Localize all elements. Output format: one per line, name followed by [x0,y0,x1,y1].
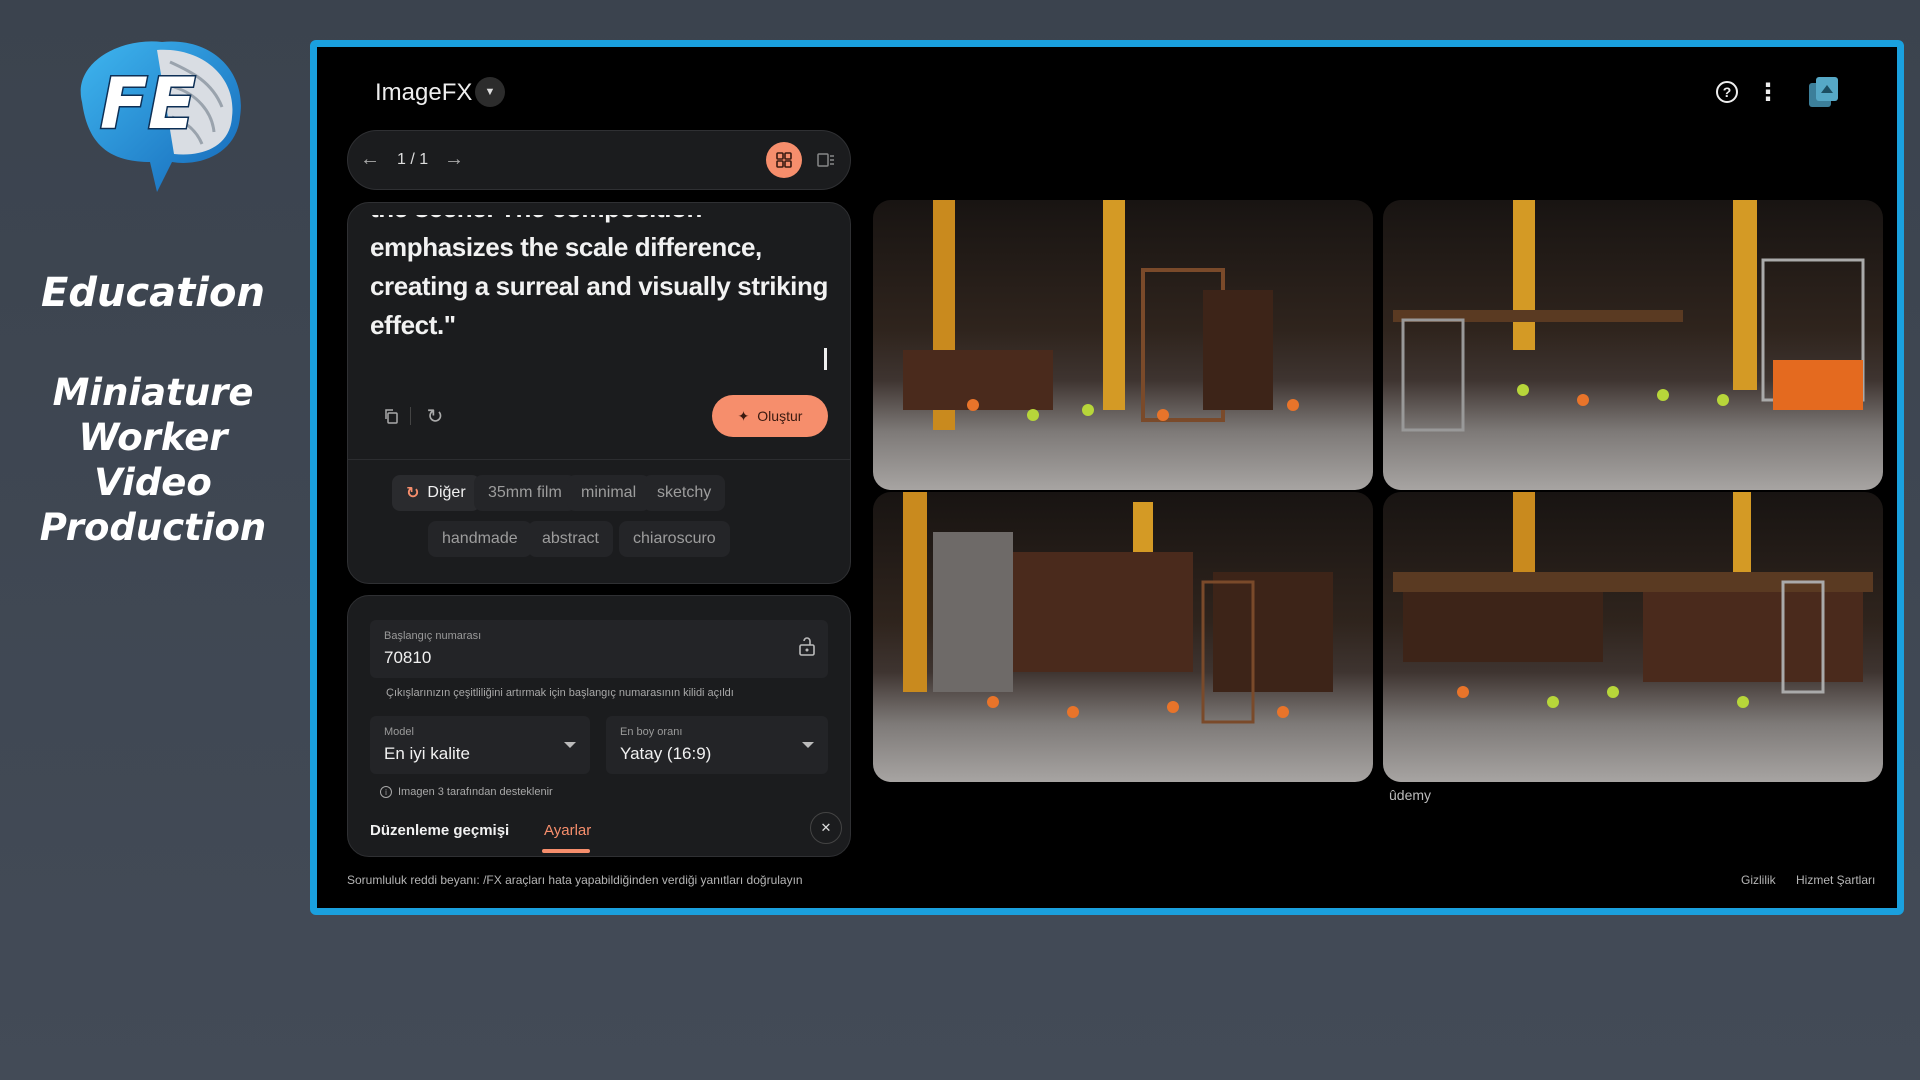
seed-note: Çıkışlarınızın çeşitliliğini artırmak iç… [386,687,734,699]
sidebar-title: Education [41,270,265,316]
more-vertical-icon[interactable]: ⋮ [1753,77,1783,107]
chevron-down-icon[interactable]: ▼ [475,77,505,107]
privacy-link[interactable]: Gizlilik [1741,873,1776,887]
chip-minimal[interactable]: minimal [567,475,651,511]
page-counter: 1 / 1 [397,151,429,168]
seed-field[interactable]: Başlangıç numarası 70810 [370,620,828,678]
chip-label: abstract [542,530,599,547]
single-view-icon[interactable] [808,142,844,178]
chip-label: chiaroscuro [633,530,716,547]
app-title[interactable]: ImageFX [375,79,472,107]
subtitle-line: Production [39,506,267,549]
dropdown-arrow-icon [802,742,814,748]
prompt-line: the scene. The composition [370,215,840,228]
seed-value: 70810 [384,648,432,667]
sparkle-icon: ✦ [737,407,750,424]
model-note: i Imagen 3 tarafından desteklenir [380,786,553,798]
create-button[interactable]: ✦ Oluştur [712,395,828,437]
chip-35mm-film[interactable]: 35mm film [474,475,576,511]
chip-chiaroscuro[interactable]: chiaroscuro [619,521,730,557]
text-cursor [824,348,827,370]
chip-abstract[interactable]: abstract [528,521,613,557]
refresh-icon[interactable]: ↻ [418,399,452,433]
arrow-left-icon[interactable]: ← [360,148,380,171]
model-note-text: Imagen 3 tarafından desteklenir [398,786,553,798]
watermark: ûdemy [1389,787,1432,803]
model-select[interactable]: Model En iyi kalite [370,716,590,774]
generated-image-2[interactable] [1383,200,1883,490]
screen-recording-frame: ImageFX ▼ ? ⋮ ← 1 / 1 → the scene. The c… [310,40,1904,915]
divider [348,459,850,460]
chip-handmade[interactable]: handmade [428,521,532,557]
chip-label: Diğer [427,484,466,501]
prompt-card: the scene. The composition emphasizes th… [347,202,851,584]
prompt-line: effect." [370,310,456,340]
copy-icon[interactable] [374,399,408,433]
generated-image-3[interactable] [873,492,1373,782]
chip-label: handmade [442,530,518,547]
model-value: En iyi kalite [384,744,470,763]
aspect-ratio-value: Yatay (16:9) [620,744,712,763]
generated-image-4[interactable] [1383,492,1883,782]
chip-other[interactable]: ↻ Diğer [392,475,480,511]
subtitle-line: Video [94,461,212,504]
chip-label: minimal [581,484,637,501]
terms-link[interactable]: Hizmet Şartları [1796,873,1875,887]
dropdown-arrow-icon [564,742,576,748]
logo-text: FE [100,63,196,145]
subtitle-line: Miniature [52,371,254,414]
fe-brain-logo: FE [62,32,252,194]
navigation-bar: ← 1 / 1 → [347,130,851,190]
aspect-ratio-label: En boy oranı [620,726,683,738]
unlock-icon[interactable] [798,636,816,661]
chip-label: 35mm film [488,484,562,501]
refresh-icon: ↻ [406,485,420,502]
generated-image-1[interactable] [873,200,1373,490]
divider [410,407,411,425]
seed-label: Başlangıç numarası [384,630,482,642]
active-tab-indicator [542,849,590,853]
info-icon: i [380,786,392,798]
tab-settings[interactable]: Ayarlar [544,822,591,839]
aspect-ratio-select[interactable]: En boy oranı Yatay (16:9) [606,716,828,774]
subtitle-line: Worker [78,416,228,459]
prompt-line: creating a surreal and visually striking [370,271,828,301]
prompt-line: emphasizes the scale difference, [370,232,762,262]
collapse-icon[interactable]: ✕ [810,812,842,844]
chip-label: sketchy [657,484,712,501]
arrow-right-icon[interactable]: → [444,148,464,171]
disclaimer-text: Sorumluluk reddi beyanı: /FX araçları ha… [347,873,803,887]
library-icon[interactable] [1807,75,1841,109]
settings-card: Başlangıç numarası 70810 Çıkışlarınızın … [347,595,851,857]
tab-edit-history[interactable]: Düzenleme geçmişi [370,822,509,839]
chip-sketchy[interactable]: sketchy [643,475,726,511]
grid-view-icon[interactable] [766,142,802,178]
top-bar: ImageFX ▼ ? ⋮ [317,47,1897,137]
sidebar-subtitle: Miniature Worker Video Production [0,370,306,550]
help-icon[interactable]: ? [1712,77,1742,107]
prompt-textarea[interactable]: the scene. The composition emphasizes th… [370,215,840,365]
model-label: Model [384,726,414,738]
create-button-label: Oluştur [757,408,803,424]
